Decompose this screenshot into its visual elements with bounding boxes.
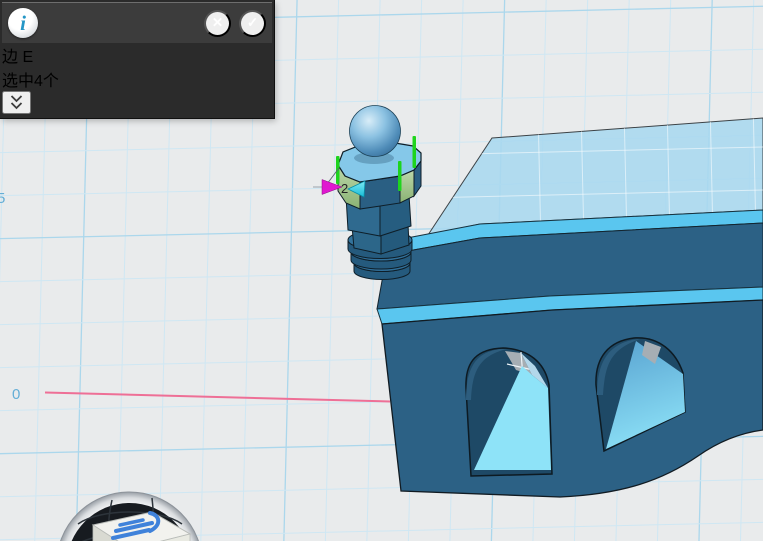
cad-viewport[interactable]: 5 0: [0, 0, 763, 541]
selected-edge-3: [413, 136, 417, 168]
confirm-button[interactable]: ✓: [239, 10, 266, 37]
grid-label-5: 5: [0, 190, 5, 207]
finial-post[interactable]: [338, 106, 421, 280]
info-icon-glyph: i: [20, 13, 26, 34]
edge-field-label: 边 E: [2, 49, 33, 66]
logo-puck: [57, 492, 203, 541]
grid-label-0: 0: [12, 386, 20, 403]
selected-edge-2: [398, 161, 402, 191]
double-chevron-down-icon: [10, 94, 23, 111]
dialog-body: 边 E 选中4个: [2, 43, 272, 116]
edge-selection-value: 选中4个: [2, 73, 59, 90]
edge-selection-input[interactable]: 选中4个: [2, 67, 272, 91]
expand-options-button[interactable]: [2, 91, 31, 114]
x-axis-line: [45, 393, 390, 402]
selection-dialog: i ✕ ✓ 边 E 选中4个: [0, 0, 274, 118]
confirm-icon: ✓: [247, 16, 258, 29]
arch-wall-face[interactable]: [382, 300, 763, 497]
bridge-model[interactable]: [377, 100, 763, 497]
finial-sphere[interactable]: [350, 106, 401, 157]
info-icon: i: [8, 8, 38, 38]
dialog-titlebar[interactable]: i ✕ ✓: [2, 2, 272, 43]
cancel-button[interactable]: ✕: [204, 10, 231, 37]
handle-value-label: 2: [341, 181, 348, 196]
cancel-icon: ✕: [212, 16, 223, 29]
arch-window-1[interactable]: [466, 348, 552, 476]
